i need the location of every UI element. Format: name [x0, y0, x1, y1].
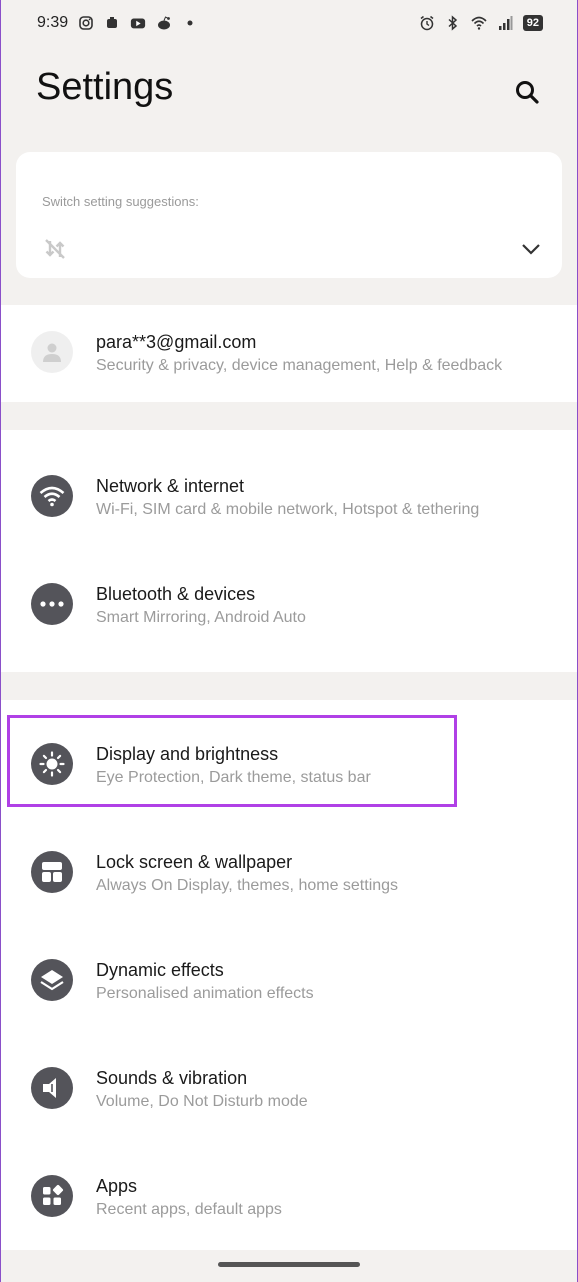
wallpaper-icon	[42, 862, 62, 882]
item-title: Dynamic effects	[96, 960, 224, 980]
search-icon	[516, 81, 539, 104]
settings-item-display[interactable]: Display and brightness Eye Protection, D…	[0, 710, 578, 818]
speaker-icon	[43, 1078, 56, 1098]
connectivity-section: Network & internet Wi-Fi, SIM card & mob…	[0, 430, 578, 672]
suggestions-card[interactable]: Switch setting suggestions:	[16, 152, 562, 278]
item-title: Network & internet	[96, 476, 245, 496]
notification-icon	[107, 17, 118, 28]
account-row[interactable]: para**3@gmail.com Security & privacy, de…	[0, 305, 578, 402]
settings-item-apps[interactable]: Apps Recent apps, default apps	[0, 1142, 578, 1250]
item-subtitle: Eye Protection, Dark theme, status bar	[96, 769, 371, 786]
more-dots-icon	[40, 601, 64, 607]
avatar	[31, 331, 73, 373]
item-subtitle: Wi-Fi, SIM card & mobile network, Hotspo…	[96, 501, 480, 518]
item-title: Sounds & vibration	[96, 1068, 248, 1088]
settings-item-sounds[interactable]: Sounds & vibration Volume, Do Not Distur…	[0, 1034, 578, 1142]
item-subtitle: Personalised animation effects	[96, 985, 314, 1002]
bluetooth-icon	[448, 15, 457, 31]
data-off-icon[interactable]	[44, 238, 66, 260]
clock: 9:39	[37, 14, 69, 31]
item-subtitle: Volume, Do Not Disturb mode	[96, 1093, 308, 1110]
search-button[interactable]	[510, 75, 544, 109]
layers-icon	[40, 970, 64, 991]
apps-icon	[43, 1184, 64, 1205]
battery-indicator: 92	[522, 15, 543, 31]
wifi-icon	[39, 486, 65, 507]
account-subtitle: Security & privacy, device management, H…	[96, 357, 503, 374]
signal-icon	[498, 16, 513, 30]
wifi-icon	[471, 16, 487, 30]
instagram-icon	[79, 16, 93, 30]
reddit-icon	[158, 16, 171, 30]
status-bar: 9:39 92	[0, 0, 578, 46]
item-subtitle: Recent apps, default apps	[96, 1201, 282, 1218]
suggestions-label: Switch setting suggestions:	[42, 194, 199, 209]
settings-item-dynamic-effects[interactable]: Dynamic effects Personalised animation e…	[0, 926, 578, 1034]
item-title: Lock screen & wallpaper	[96, 852, 293, 872]
gesture-nav-bar[interactable]	[218, 1262, 360, 1267]
dot-icon	[187, 20, 193, 26]
youtube-icon	[131, 18, 146, 29]
item-title: Display and brightness	[96, 744, 279, 764]
item-title: Apps	[96, 1176, 138, 1196]
item-subtitle: Always On Display, themes, home settings	[96, 877, 399, 894]
item-title: Bluetooth & devices	[96, 584, 256, 604]
page-title: Settings	[36, 66, 174, 108]
chevron-down-icon[interactable]	[520, 240, 542, 258]
settings-item-network[interactable]: Network & internet Wi-Fi, SIM card & mob…	[0, 442, 578, 550]
settings-item-lock-screen[interactable]: Lock screen & wallpaper Always On Displa…	[0, 818, 578, 926]
account-section: para**3@gmail.com Security & privacy, de…	[0, 305, 578, 402]
alarm-icon	[420, 15, 434, 31]
person-icon	[43, 343, 61, 362]
account-email: para**3@gmail.com	[96, 332, 257, 352]
item-subtitle: Smart Mirroring, Android Auto	[96, 609, 306, 626]
sun-icon	[39, 751, 65, 777]
settings-item-bluetooth[interactable]: Bluetooth & devices Smart Mirroring, And…	[0, 550, 578, 658]
device-section: Display and brightness Eye Protection, D…	[0, 700, 578, 1250]
